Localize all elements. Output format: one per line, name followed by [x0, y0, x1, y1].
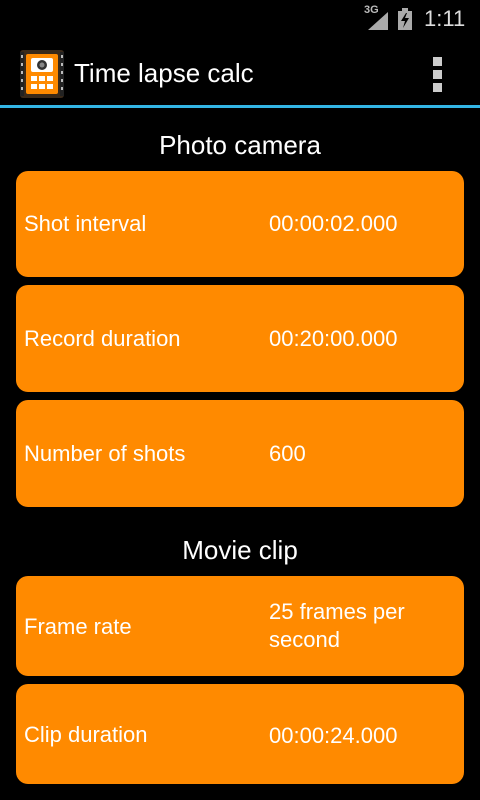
- number-of-shots-label: Number of shots: [24, 441, 186, 466]
- app-title: Time lapse calc: [74, 58, 254, 88]
- record-duration-card[interactable]: Record duration 00:20:00.000: [16, 285, 464, 392]
- shot-interval-value: 00:00:02.000: [269, 211, 398, 236]
- overflow-dot: [433, 83, 442, 92]
- shot-interval-label: Shot interval: [24, 211, 147, 236]
- overflow-menu-button[interactable]: [424, 54, 452, 94]
- shot-interval-card[interactable]: Shot interval 00:00:02.000: [16, 171, 464, 277]
- section-title-photo-camera: Photo camera: [159, 130, 321, 160]
- action-bar-divider: [0, 105, 480, 108]
- signal-icon: [368, 12, 388, 30]
- record-duration-label: Record duration: [24, 326, 181, 351]
- number-of-shots-value: 600: [269, 441, 306, 466]
- overflow-dot: [433, 57, 442, 66]
- overflow-dot: [433, 70, 442, 79]
- record-duration-value: 00:20:00.000: [269, 326, 398, 351]
- app-logo-icon[interactable]: [20, 50, 64, 98]
- clip-duration-label: Clip duration: [24, 722, 148, 747]
- status-bar: 3G 1:11: [0, 0, 480, 38]
- section-title-movie-clip: Movie clip: [182, 535, 298, 565]
- number-of-shots-card[interactable]: Number of shots 600: [16, 400, 464, 507]
- clip-duration-card[interactable]: Clip duration 00:00:24.000: [16, 684, 464, 784]
- clip-duration-value: 00:00:24.000: [269, 723, 398, 748]
- frame-rate-card[interactable]: Frame rate 25 frames per second: [16, 576, 464, 676]
- frame-rate-value: 25 frames per second: [269, 599, 405, 652]
- frame-rate-label: Frame rate: [24, 614, 132, 639]
- clock: 1:11: [424, 6, 466, 31]
- battery-charging-icon: [398, 8, 412, 30]
